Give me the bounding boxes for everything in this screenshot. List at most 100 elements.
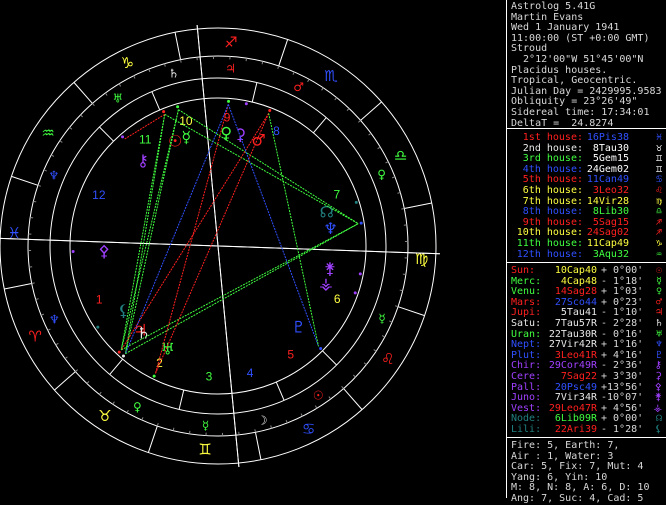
degree-tick xyxy=(308,79,309,82)
planet-dot xyxy=(176,105,179,108)
sign-divider xyxy=(344,389,363,410)
degree-tick xyxy=(364,363,366,365)
planet-dot xyxy=(268,109,271,112)
degree-tick xyxy=(378,147,381,149)
planet-row: Sun:10Cap40+ 0°00'☉ xyxy=(511,266,664,277)
house-cusp-line xyxy=(179,390,184,409)
planet-dot xyxy=(72,250,75,253)
sign-divider xyxy=(54,372,75,391)
sign-divider xyxy=(11,176,38,185)
planet-name: Satu: xyxy=(511,319,545,330)
sign-divider xyxy=(148,426,157,453)
degree-tick xyxy=(142,417,143,420)
degree-tick xyxy=(386,162,389,163)
house-value: 16Pis38 xyxy=(583,133,629,144)
house-value: 3Leo32 xyxy=(583,186,629,197)
degree-tick xyxy=(389,321,392,322)
planet-position: 7Sag22 xyxy=(545,372,597,383)
house-label: 12th house: xyxy=(511,250,583,261)
house-number: 3 xyxy=(206,370,213,384)
house-cusp-line xyxy=(276,382,284,400)
leo-icon: ♌ xyxy=(381,350,394,368)
degree-tick xyxy=(353,375,355,377)
info-line: Sidereal time: 17:34:01 xyxy=(511,108,664,119)
degree-tick xyxy=(358,120,360,122)
degree-tick xyxy=(80,115,82,117)
degree-tick xyxy=(342,386,344,388)
axis-line xyxy=(0,238,440,253)
house-row: 1st house:16Pis38♓ xyxy=(511,133,664,144)
divider xyxy=(507,262,666,263)
planet-row: Cere:7Sag22+ 3°30'⚳ xyxy=(511,372,664,383)
degree-tick xyxy=(60,141,62,143)
planet-icon: ♄ xyxy=(656,319,662,330)
aspect-line xyxy=(178,110,358,224)
scorpio-icon: ♏ xyxy=(324,67,338,85)
aspect-line xyxy=(269,113,319,346)
degree-tick xyxy=(301,414,302,417)
chart-wheel: ♈♉♊♋♌♍♎♏♐♑♒♓1♆2♀3☿4☽5☉6☿7♀8♂9♃10♄11♅12♆☉… xyxy=(0,0,506,498)
house-cusp-line xyxy=(152,92,160,110)
planet-name: Sun: xyxy=(511,266,545,277)
aquarius-icon: ♒ xyxy=(41,124,54,142)
degree-tick xyxy=(286,420,287,423)
venus-cusp-icon: ♀ xyxy=(377,167,386,181)
planet-glyph: ☉ xyxy=(168,131,182,150)
mars-cusp-icon: ♂ xyxy=(293,80,304,94)
planet-name: Cere: xyxy=(511,372,545,383)
degree-tick xyxy=(56,343,59,345)
degree-tick xyxy=(127,410,128,413)
planet-latitude: + 1°16' xyxy=(601,339,643,350)
planet-latitude: + 0°00' xyxy=(601,413,643,424)
house-number: 1 xyxy=(96,293,103,307)
house-value: 11Cap49 xyxy=(583,239,629,250)
element-summary: Fire: 5, Earth: 7,Air : 1, Water: 3Car: … xyxy=(511,441,664,505)
cancer-icon: ♋ xyxy=(302,420,315,438)
planet-dot xyxy=(359,272,362,275)
house-number: 11 xyxy=(139,132,152,146)
degree-tick xyxy=(44,170,47,171)
sign-divider xyxy=(255,432,261,459)
info-panel: Astrolog 5.41G Martin EvansWed 1 January… xyxy=(506,0,666,498)
planet-latitude: + 4°16' xyxy=(601,350,643,361)
house-cusp-line xyxy=(252,83,257,102)
degree-tick xyxy=(149,69,150,72)
sign-divider xyxy=(361,102,382,121)
planet-dot xyxy=(227,100,230,103)
planet-dot xyxy=(121,135,124,138)
degree-tick xyxy=(335,98,337,100)
planet-latitude: + 3°30' xyxy=(601,371,643,382)
degree-tick xyxy=(173,428,174,431)
degree-tick xyxy=(51,155,54,156)
planet-dot xyxy=(355,201,358,204)
summary-line: Fire: 5, Earth: 7, xyxy=(511,441,664,452)
house-value: 3Aqu32 xyxy=(583,250,629,261)
saturn-cusp-icon: ♄ xyxy=(168,67,179,81)
planet-dot xyxy=(118,351,121,354)
planet-glyph: ⚳ xyxy=(234,125,246,144)
planet-list: Sun:10Cap40+ 0°00'☉Merc:4Cap48- 1°18'☿Ve… xyxy=(511,266,664,436)
degree-tick xyxy=(105,93,107,95)
house-label: 11th house: xyxy=(511,239,583,250)
degree-tick xyxy=(392,177,395,178)
degree-tick xyxy=(347,108,349,110)
aspect-line xyxy=(155,113,268,373)
planet-position: 10Cap40 xyxy=(545,266,597,277)
planet-dot xyxy=(96,326,99,329)
house-number: 5 xyxy=(287,348,294,362)
divider xyxy=(507,437,666,438)
neptune-cusp-icon: ♆ xyxy=(49,313,60,327)
planet-glyph: ⚷ xyxy=(137,151,149,170)
house-row: 6th house:3Leo32♌ xyxy=(511,186,664,197)
degree-tick xyxy=(70,127,72,129)
degree-tick xyxy=(36,299,39,300)
planet-row: Lili:22Ari39- 1°28'⚸ xyxy=(511,425,664,436)
summary-line: Ang: 7, Suc: 4, Cad: 5 xyxy=(511,494,664,505)
degree-tick xyxy=(113,402,115,404)
house-cusp-line xyxy=(322,351,336,365)
degree-tick xyxy=(164,64,165,67)
planet-latitude: - 1°10' xyxy=(601,307,643,318)
house-number: 6 xyxy=(334,292,341,306)
degree-tick xyxy=(271,425,272,428)
sign-icon: ♑ xyxy=(656,239,662,250)
